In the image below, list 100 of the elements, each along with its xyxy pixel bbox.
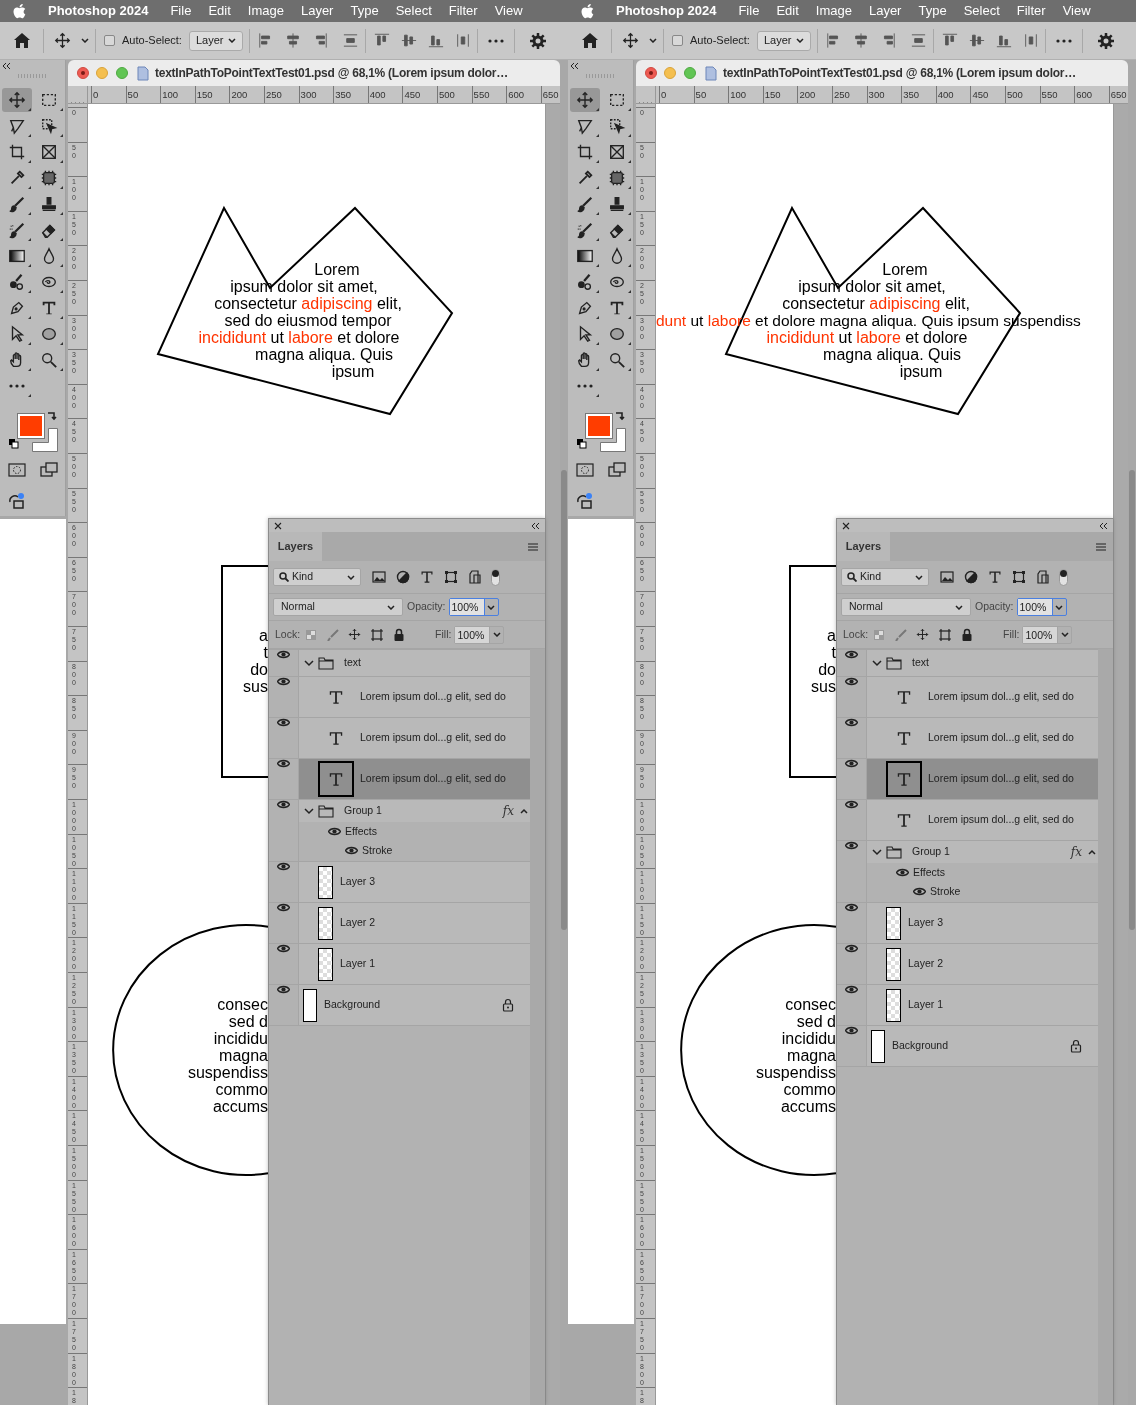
menu-item[interactable]: Layer — [868, 1, 902, 21]
layers-tab[interactable]: Layers — [837, 532, 890, 561]
eye-icon[interactable] — [277, 677, 290, 686]
filter-toggle[interactable] — [1059, 568, 1068, 586]
layer-row[interactable]: Lorem ipsum dol...g elit, sed do — [299, 759, 530, 799]
align-icon[interactable] — [284, 32, 301, 49]
eye-icon[interactable] — [845, 800, 858, 809]
layer-row[interactable]: Lorem ipsum dol...g elit, sed do — [867, 759, 1098, 799]
layer-row[interactable]: Background — [299, 985, 530, 1025]
align-icon[interactable] — [400, 32, 417, 49]
eye-icon[interactable] — [845, 903, 858, 912]
settings-icon[interactable] — [1096, 31, 1115, 50]
more-icon[interactable] — [1055, 38, 1072, 43]
fill-field[interactable]: 100% — [1022, 625, 1073, 644]
shape-filter-icon[interactable] — [1012, 570, 1026, 584]
layer-row[interactable]: Group 1 fx — [299, 800, 530, 822]
lock-artboard-icon[interactable] — [370, 627, 385, 642]
layer-row[interactable]: text — [299, 650, 530, 676]
adjustment-filter-icon[interactable] — [396, 570, 410, 584]
home-icon[interactable] — [581, 32, 599, 49]
app-name[interactable]: Photoshop 2024 — [616, 1, 717, 21]
layer-row[interactable]: Lorem ipsum dol...g elit, sed do — [867, 677, 1098, 717]
panel-menu-icon[interactable] — [1095, 542, 1107, 551]
eye-icon[interactable] — [845, 650, 858, 659]
chevron-icon[interactable] — [872, 659, 882, 667]
menu-item[interactable]: Edit — [208, 1, 231, 21]
eye-icon[interactable] — [277, 903, 290, 912]
eye-icon[interactable] — [845, 985, 858, 994]
adjustment-filter-icon[interactable] — [964, 570, 978, 584]
chevron-icon[interactable] — [872, 848, 882, 856]
distribute-icon[interactable] — [341, 32, 359, 49]
target-dropdown[interactable]: Layer — [188, 30, 243, 51]
collapse-icon[interactable] — [531, 521, 540, 530]
menu-item[interactable]: File — [738, 1, 760, 21]
menu-item[interactable]: Type — [350, 1, 379, 21]
menu-item[interactable]: Select — [395, 1, 432, 21]
eye-icon[interactable] — [845, 759, 858, 768]
menu-item[interactable]: View — [1062, 1, 1091, 21]
menu-item[interactable]: Type — [918, 1, 947, 21]
close-button[interactable] — [77, 67, 89, 79]
filter-dropdown[interactable]: Kind — [273, 568, 361, 586]
auto-select-checkbox[interactable] — [672, 35, 683, 46]
chevron-icon[interactable] — [304, 659, 314, 667]
image-filter-icon[interactable] — [940, 570, 954, 584]
layer-row[interactable]: Layer 1 — [299, 944, 530, 984]
shape-filter-icon[interactable] — [444, 570, 458, 584]
eye-icon[interactable] — [845, 1026, 858, 1035]
eye-icon[interactable] — [845, 944, 858, 953]
foreground-color-swatch[interactable] — [17, 414, 44, 438]
type-filter-icon[interactable] — [420, 570, 434, 584]
screen-mode-icon[interactable] — [607, 462, 626, 478]
eye-icon[interactable] — [913, 887, 926, 896]
eye-icon[interactable] — [845, 718, 858, 727]
type-filter-icon[interactable] — [988, 570, 1002, 584]
eye-icon[interactable] — [277, 862, 290, 871]
background-color-swatch[interactable] — [599, 428, 626, 452]
layer-row[interactable]: Layer 3 — [299, 862, 530, 902]
background-color-swatch[interactable] — [31, 428, 58, 452]
default-colors-icon[interactable] — [575, 438, 587, 449]
eye-icon[interactable] — [845, 841, 858, 850]
align-icon[interactable] — [995, 32, 1012, 49]
layer-row[interactable]: Layer 2 — [867, 944, 1098, 984]
close-icon[interactable] — [274, 521, 282, 530]
blend-mode-dropdown[interactable]: Normal — [273, 598, 403, 616]
opacity-field[interactable]: 100% — [1016, 598, 1067, 616]
apple-icon[interactable] — [13, 3, 26, 19]
expand-effects-icon[interactable] — [1088, 849, 1096, 855]
app-name[interactable]: Photoshop 2024 — [48, 1, 149, 21]
target-dropdown[interactable]: Layer — [756, 30, 811, 51]
auto-select-checkbox[interactable] — [104, 35, 115, 46]
expand-effects-icon[interactable] — [520, 808, 528, 814]
smart-object-filter-icon[interactable] — [1036, 570, 1050, 584]
more-icon[interactable] — [487, 38, 504, 43]
collapse-icon[interactable] — [2, 62, 11, 70]
lock-position-icon[interactable] — [916, 628, 930, 641]
layer-row[interactable]: Layer 1 — [867, 985, 1098, 1025]
eye-icon[interactable] — [277, 985, 290, 994]
eye-icon[interactable] — [277, 944, 290, 953]
menu-item[interactable]: Layer — [300, 1, 334, 21]
align-icon[interactable] — [373, 32, 390, 49]
menu-item[interactable]: View — [494, 1, 523, 21]
layer-row[interactable]: Group 1 fx — [867, 841, 1098, 863]
menu-item[interactable]: Select — [963, 1, 1000, 21]
foreground-color-swatch[interactable] — [585, 414, 612, 438]
distribute-icon[interactable] — [909, 32, 927, 49]
swap-icon[interactable] — [45, 410, 57, 421]
close-icon[interactable] — [842, 521, 850, 530]
chevron-icon[interactable] — [304, 807, 314, 815]
menu-item[interactable]: Image — [247, 1, 284, 21]
panel-menu-icon[interactable] — [527, 542, 539, 551]
move-icon[interactable] — [622, 32, 639, 49]
distribute-icon[interactable] — [1022, 32, 1039, 49]
layers-tab[interactable]: Layers — [269, 532, 322, 561]
eye-icon[interactable] — [277, 759, 290, 768]
apple-icon[interactable] — [581, 3, 594, 19]
layer-row[interactable]: text — [867, 650, 1098, 676]
image-filter-icon[interactable] — [372, 570, 386, 584]
lock-artboard-icon[interactable] — [938, 627, 953, 642]
default-colors-icon[interactable] — [7, 438, 19, 449]
quick-mask-icon[interactable] — [7, 462, 26, 478]
